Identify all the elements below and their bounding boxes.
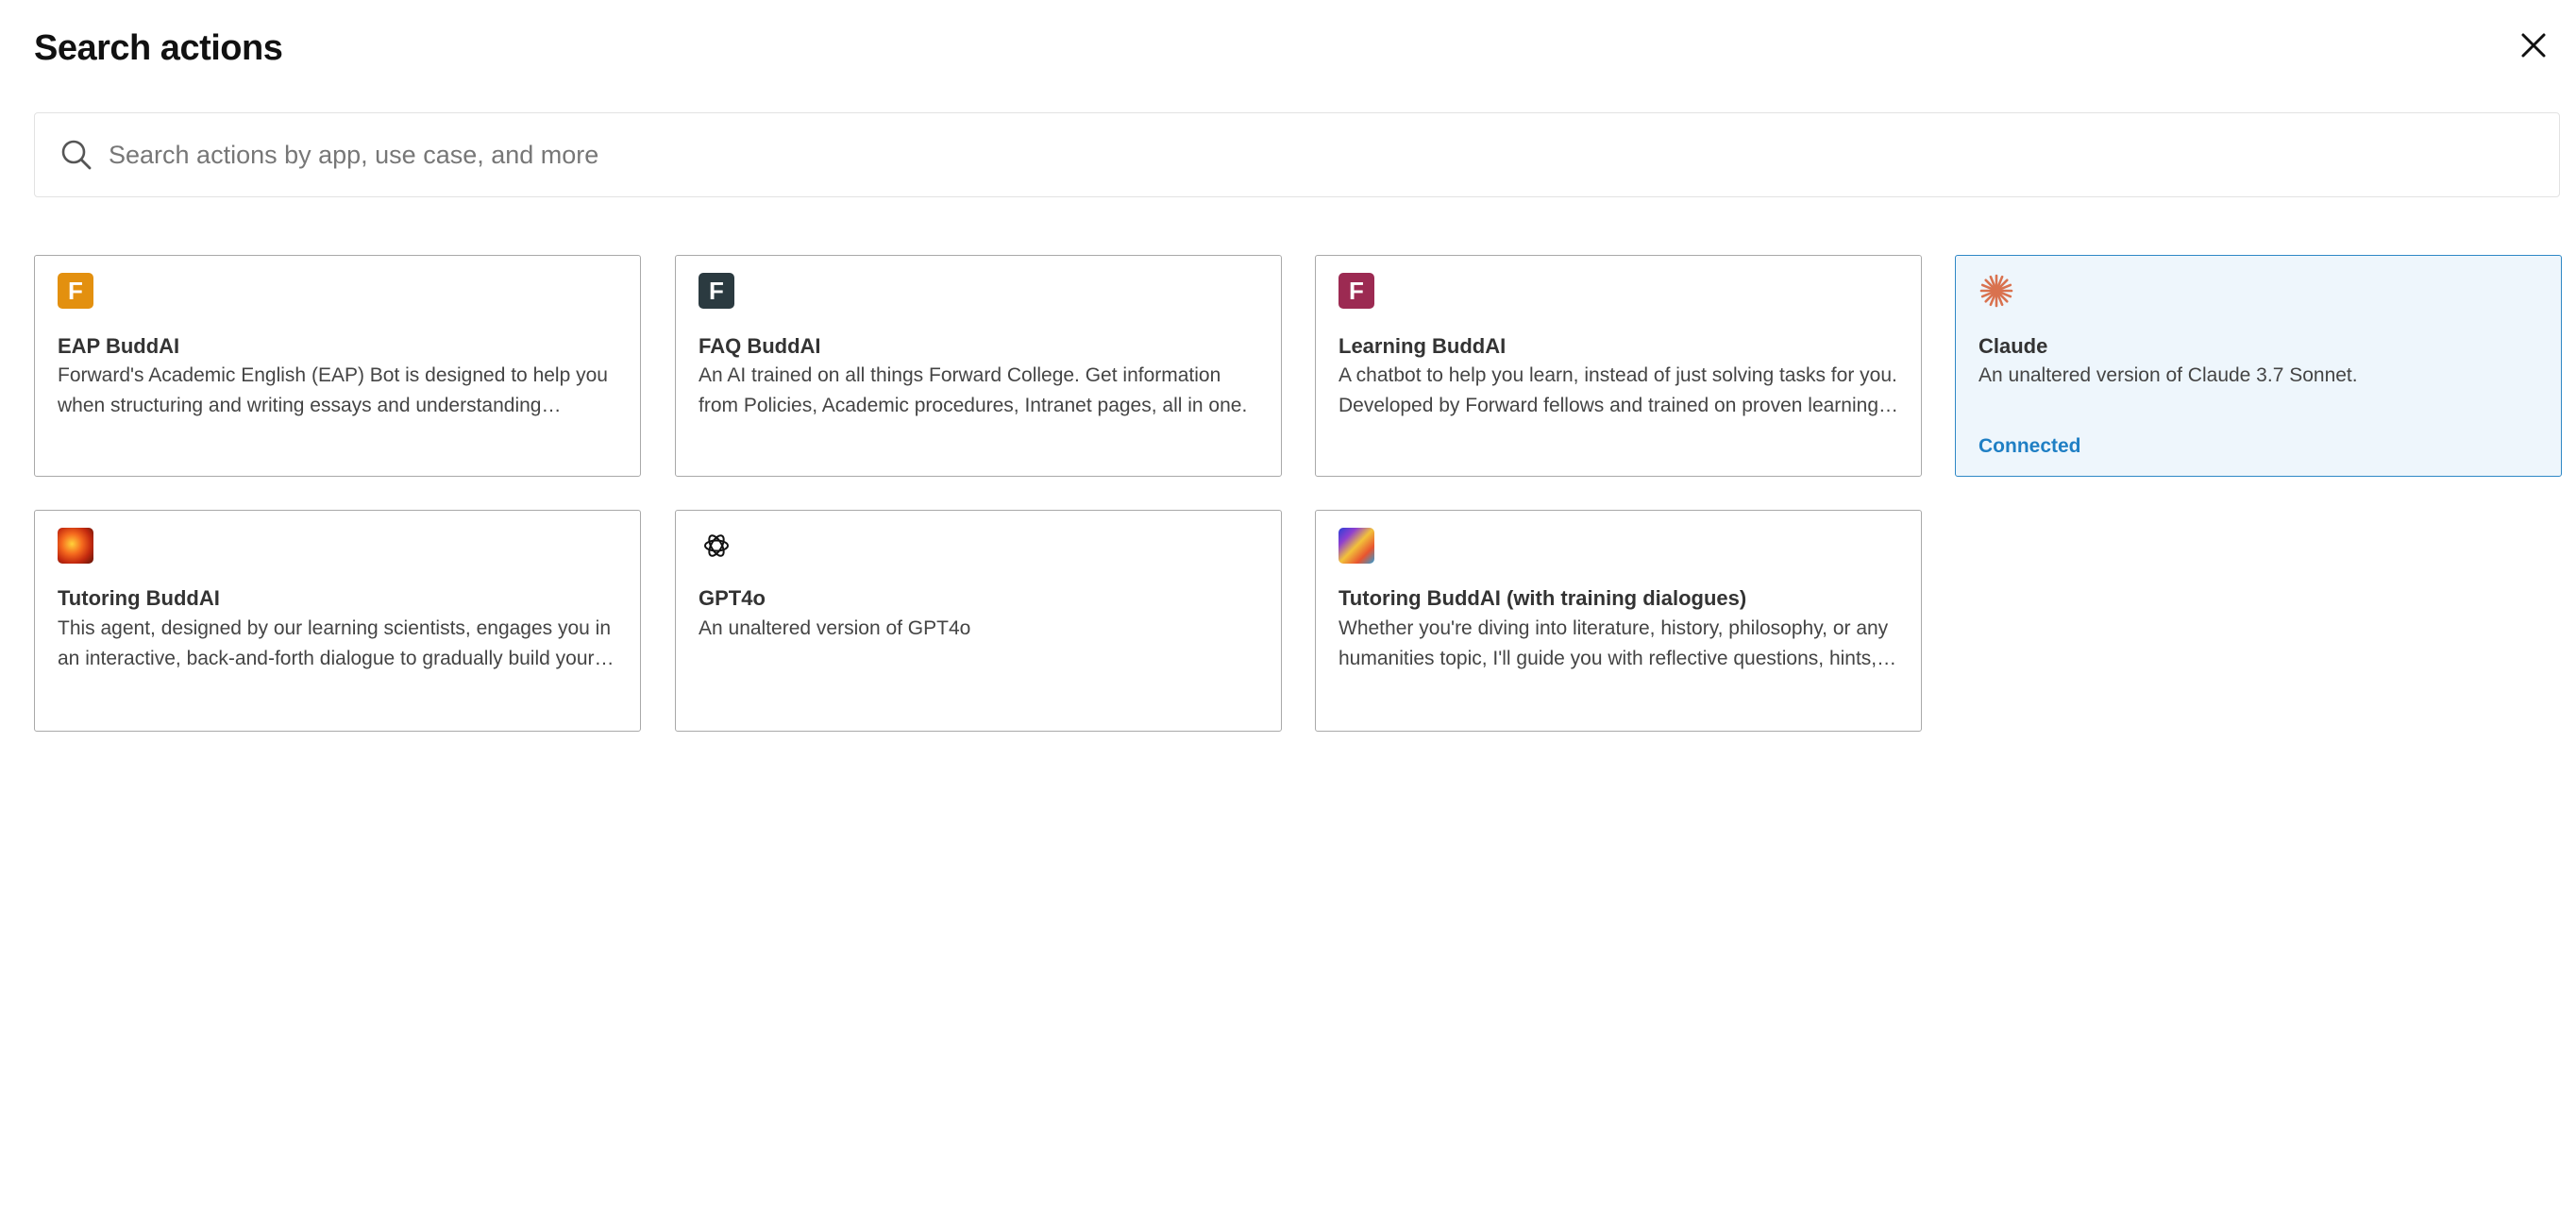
forward-logo-orange-icon: F: [58, 273, 93, 309]
action-card-title: GPT4o: [699, 586, 766, 610]
action-card-description: This agent, designed by our learning sci…: [58, 617, 615, 669]
action-card-title: Tutoring BuddAI (with training dialogues…: [1339, 586, 1747, 610]
search-actions-dialog: Search actions F EAP BuddAI Forward's Ac…: [0, 0, 2576, 1232]
icon-letter: F: [709, 277, 724, 305]
action-card-description: An unaltered version of Claude 3.7 Sonne…: [1978, 364, 2358, 386]
action-card-description: Whether you're diving into literature, h…: [1339, 617, 1897, 669]
icon-letter: F: [1349, 277, 1364, 305]
action-card-description: Forward's Academic English (EAP) Bot is …: [58, 364, 608, 416]
action-card-eap-buddai[interactable]: F EAP BuddAI Forward's Academic English …: [34, 255, 641, 477]
fiery-abstract-icon: [58, 528, 93, 564]
search-icon: [59, 138, 93, 172]
action-card-learning-buddai[interactable]: F Learning BuddAI A chatbot to help you …: [1315, 255, 1922, 477]
page-title: Search actions: [34, 28, 283, 68]
search-input[interactable]: [107, 139, 2470, 171]
action-card-title: Tutoring BuddAI: [58, 586, 220, 610]
search-box[interactable]: [34, 112, 2560, 197]
action-card-title: Learning BuddAI: [1339, 334, 1507, 358]
status-badge: Connected: [1978, 435, 2081, 457]
openai-logo-icon: [699, 528, 734, 564]
action-card-description: An AI trained on all things Forward Coll…: [699, 364, 1248, 416]
forward-logo-dark-icon: F: [699, 273, 734, 309]
close-button[interactable]: [2511, 23, 2556, 68]
close-icon: [2521, 33, 2546, 58]
action-card-gpt4o[interactable]: GPT4o An unaltered version of GPT4o: [675, 510, 1282, 732]
action-card-faq-buddai[interactable]: F FAQ BuddAI An AI trained on all things…: [675, 255, 1282, 477]
action-card-title: FAQ BuddAI: [699, 334, 821, 358]
action-card-claude[interactable]: Claude An unaltered version of Claude 3.…: [1955, 255, 2562, 477]
forward-logo-maroon-icon: F: [1339, 273, 1374, 309]
icon-letter: F: [68, 277, 83, 305]
colorful-abstract-icon: [1339, 528, 1374, 564]
action-card-tutoring-buddai-dialogues[interactable]: Tutoring BuddAI (with training dialogues…: [1315, 510, 1922, 732]
claude-starburst-icon: [1978, 273, 2014, 309]
action-card-title: EAP BuddAI: [58, 334, 180, 358]
action-card-title: Claude: [1978, 334, 2048, 358]
action-card-description: An unaltered version of GPT4o: [699, 617, 971, 639]
action-card-tutoring-buddai[interactable]: Tutoring BuddAI This agent, designed by …: [34, 510, 641, 732]
action-card-description: A chatbot to help you learn, instead of …: [1339, 364, 1899, 416]
